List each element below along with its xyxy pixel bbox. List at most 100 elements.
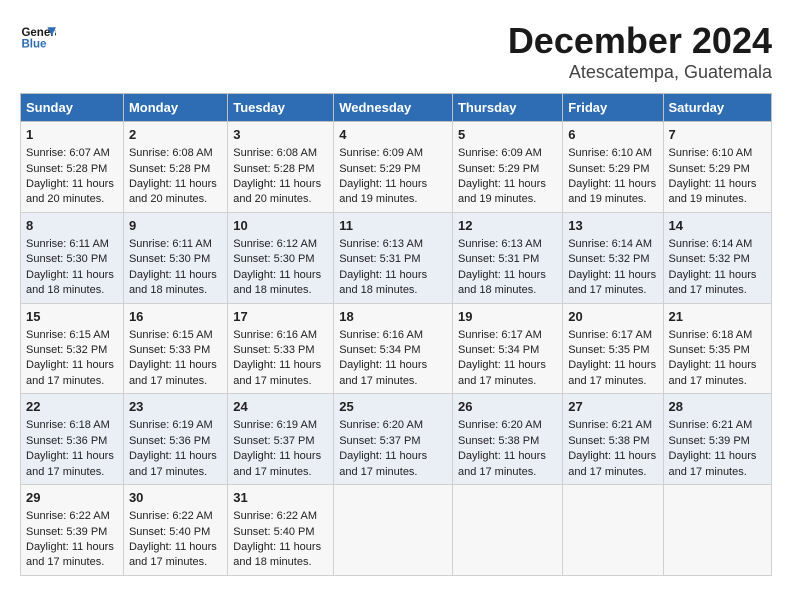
- table-row: 22Sunrise: 6:18 AMSunset: 5:36 PMDayligh…: [21, 394, 772, 485]
- sunrise-text: Sunrise: 6:18 AM: [26, 419, 110, 431]
- sunset-text: Sunset: 5:32 PM: [26, 344, 107, 356]
- table-row: 15 Sunrise: 6:15 AM Sunset: 5:32 PM Dayligh…: [21, 303, 772, 394]
- daylight-text: Daylight: 11 hours and 19 minutes.: [458, 178, 546, 205]
- table-cell: [452, 485, 562, 576]
- header-row: Sunday Monday Tuesday Wednesday Thursday…: [21, 94, 772, 122]
- daylight-text: Daylight: 11 hours and 17 minutes.: [26, 450, 114, 477]
- sunset-text: Sunset: 5:31 PM: [339, 253, 420, 265]
- sunset-text: Sunset: 5:29 PM: [568, 163, 649, 175]
- table-cell: 5Sunrise: 6:09 AMSunset: 5:29 PMDaylight…: [452, 122, 562, 213]
- sunset-text: Sunset: 5:39 PM: [26, 526, 107, 538]
- table-row: 8Sunrise: 6:11 AMSunset: 5:30 PMDaylight…: [21, 212, 772, 303]
- sunset-text: Sunset: 5:32 PM: [568, 253, 649, 265]
- sunset-text: Sunset: 5:28 PM: [26, 163, 107, 175]
- sunset-text: Sunset: 5:30 PM: [26, 253, 107, 265]
- sunset-text: Sunset: 5:28 PM: [129, 163, 210, 175]
- day-number: 17: [233, 308, 328, 326]
- sunrise-text: Sunrise: 6:08 AM: [233, 147, 317, 159]
- table-row: 29Sunrise: 6:22 AMSunset: 5:39 PMDayligh…: [21, 485, 772, 576]
- sunrise-text: Sunrise: 6:18 AM: [669, 329, 753, 341]
- table-cell: 17Sunrise: 6:16 AMSunset: 5:33 PMDayligh…: [228, 303, 334, 394]
- col-friday: Friday: [563, 94, 663, 122]
- col-thursday: Thursday: [452, 94, 562, 122]
- sunset-text: Sunset: 5:34 PM: [339, 344, 420, 356]
- sunrise-text: Sunrise: 6:20 AM: [339, 419, 423, 431]
- sunrise-text: Sunrise: 6:11 AM: [26, 238, 109, 250]
- sunrise-text: Sunrise: 6:13 AM: [339, 238, 423, 250]
- daylight-text: Daylight: 11 hours and 17 minutes.: [568, 269, 656, 296]
- table-cell: 3Sunrise: 6:08 AMSunset: 5:28 PMDaylight…: [228, 122, 334, 213]
- table-cell: 23Sunrise: 6:19 AMSunset: 5:36 PMDayligh…: [123, 394, 227, 485]
- daylight-text: Daylight: 11 hours and 17 minutes.: [669, 359, 757, 386]
- table-cell: 24Sunrise: 6:19 AMSunset: 5:37 PMDayligh…: [228, 394, 334, 485]
- table-cell: 14Sunrise: 6:14 AMSunset: 5:32 PMDayligh…: [663, 212, 771, 303]
- day-number: 6: [568, 126, 657, 144]
- sunrise-text: Sunrise: 6:19 AM: [233, 419, 317, 431]
- col-sunday: Sunday: [21, 94, 124, 122]
- table-cell: 13Sunrise: 6:14 AMSunset: 5:32 PMDayligh…: [563, 212, 663, 303]
- day-number: 22: [26, 398, 118, 416]
- sunset-text: Sunset: 5:31 PM: [458, 253, 539, 265]
- table-cell: [663, 485, 771, 576]
- daylight-text: Daylight: 11 hours and 17 minutes.: [458, 450, 546, 477]
- sunset-text: Sunset: 5:29 PM: [669, 163, 750, 175]
- sunset-text: Sunset: 5:40 PM: [233, 526, 314, 538]
- sunrise-text: Sunrise: 6:12 AM: [233, 238, 317, 250]
- sunset-text: Sunset: 5:32 PM: [669, 253, 750, 265]
- sunrise-text: Sunrise: 6:14 AM: [669, 238, 753, 250]
- day-number: 9: [129, 217, 222, 235]
- table-cell: 12Sunrise: 6:13 AMSunset: 5:31 PMDayligh…: [452, 212, 562, 303]
- daylight-text: Daylight: 11 hours and 17 minutes.: [669, 450, 757, 477]
- sunrise-text: Sunrise: 6:15 AM: [129, 329, 213, 341]
- sunrise-text: Sunrise: 6:17 AM: [458, 329, 542, 341]
- table-cell: 9Sunrise: 6:11 AMSunset: 5:30 PMDaylight…: [123, 212, 227, 303]
- table-cell: 15Sunrise: 6:15 AMSunset: 5:32 PMDayligh…: [21, 303, 124, 394]
- day-number: 24: [233, 398, 328, 416]
- page-subtitle: Atescatempa, Guatemala: [508, 62, 772, 83]
- table-cell: 11Sunrise: 6:13 AMSunset: 5:31 PMDayligh…: [334, 212, 453, 303]
- table-cell: 19Sunrise: 6:17 AMSunset: 5:34 PMDayligh…: [452, 303, 562, 394]
- day-number: 26: [458, 398, 557, 416]
- sunrise-text: Sunrise: 6:20 AM: [458, 419, 542, 431]
- sunrise-text: Sunrise: 6:16 AM: [233, 329, 317, 341]
- day-number: 31: [233, 489, 328, 507]
- table-cell: 20Sunrise: 6:17 AMSunset: 5:35 PMDayligh…: [563, 303, 663, 394]
- day-number: 14: [669, 217, 766, 235]
- sunrise-text: Sunrise: 6:07 AM: [26, 147, 110, 159]
- day-number: 25: [339, 398, 447, 416]
- table-cell: 27Sunrise: 6:21 AMSunset: 5:38 PMDayligh…: [563, 394, 663, 485]
- daylight-text: Daylight: 11 hours and 17 minutes.: [339, 359, 427, 386]
- day-number: 1: [26, 126, 118, 144]
- sunrise-text: Sunrise: 6:21 AM: [568, 419, 652, 431]
- daylight-text: Daylight: 11 hours and 17 minutes.: [339, 450, 427, 477]
- table-cell: 21Sunrise: 6:18 AMSunset: 5:35 PMDayligh…: [663, 303, 771, 394]
- sunrise-text: Sunrise: 6:14 AM: [568, 238, 652, 250]
- day-number: 7: [669, 126, 766, 144]
- sunrise-text: Sunrise: 6:22 AM: [129, 510, 213, 522]
- daylight-text: Daylight: 11 hours and 17 minutes.: [233, 359, 321, 386]
- daylight-text: Daylight: 11 hours and 17 minutes.: [129, 541, 217, 568]
- table-cell: 25Sunrise: 6:20 AMSunset: 5:37 PMDayligh…: [334, 394, 453, 485]
- daylight-text: Daylight: 11 hours and 19 minutes.: [568, 178, 656, 205]
- page-title: December 2024: [508, 20, 772, 62]
- day-number: 27: [568, 398, 657, 416]
- sunrise-text: Sunrise: 6:16 AM: [339, 329, 423, 341]
- col-wednesday: Wednesday: [334, 94, 453, 122]
- day-number: 11: [339, 217, 447, 235]
- day-number: 15: [26, 308, 118, 326]
- table-cell: 1Sunrise: 6:07 AMSunset: 5:28 PMDaylight…: [21, 122, 124, 213]
- daylight-text: Daylight: 11 hours and 17 minutes.: [129, 359, 217, 386]
- day-number: 3: [233, 126, 328, 144]
- daylight-text: Daylight: 11 hours and 17 minutes.: [26, 359, 114, 386]
- sunset-text: Sunset: 5:29 PM: [458, 163, 539, 175]
- sunrise-text: Sunrise: 6:10 AM: [669, 147, 753, 159]
- daylight-text: Daylight: 11 hours and 17 minutes.: [26, 541, 114, 568]
- day-number: 30: [129, 489, 222, 507]
- day-number: 2: [129, 126, 222, 144]
- daylight-text: Daylight: 11 hours and 20 minutes.: [129, 178, 217, 205]
- daylight-text: Daylight: 11 hours and 18 minutes.: [129, 269, 217, 296]
- table-row: 1 Sunrise: 6:07 AM Sunset: 5:28 PM Daylight…: [21, 122, 772, 213]
- sunrise-text: Sunrise: 6:19 AM: [129, 419, 213, 431]
- table-cell: 29Sunrise: 6:22 AMSunset: 5:39 PMDayligh…: [21, 485, 124, 576]
- daylight-text: Daylight: 11 hours and 17 minutes.: [568, 450, 656, 477]
